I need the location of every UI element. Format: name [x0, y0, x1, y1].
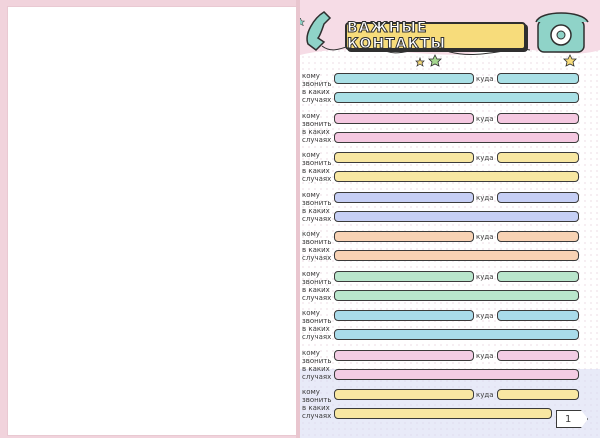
where-field[interactable] — [497, 389, 579, 400]
who-field[interactable] — [334, 389, 474, 400]
where-field[interactable] — [497, 152, 579, 163]
where-label: куда — [476, 233, 494, 241]
where-label: куда — [476, 193, 494, 202]
who-label: кому звонить — [302, 230, 332, 246]
where-field[interactable] — [497, 112, 579, 124]
when-label: в каких случаях — [302, 364, 332, 381]
where-field[interactable] — [497, 73, 579, 84]
who-label: кому звонить — [302, 388, 332, 404]
who-field[interactable] — [334, 231, 474, 242]
where-field[interactable] — [497, 310, 579, 321]
when-label: в каких случаях — [302, 325, 332, 341]
who-field[interactable] — [334, 112, 474, 124]
who-field[interactable] — [334, 152, 474, 163]
who-field[interactable] — [334, 191, 474, 203]
who-label: кому звонить — [302, 269, 332, 286]
where-label: куда — [476, 272, 494, 281]
who-field[interactable] — [334, 73, 474, 84]
who-label: кому звонить — [302, 111, 332, 128]
who-label: кому звонить — [302, 72, 332, 88]
who-label: кому звонить — [302, 151, 332, 167]
when-field[interactable] — [334, 368, 579, 380]
when-field[interactable] — [334, 171, 579, 182]
when-field[interactable] — [334, 131, 579, 143]
where-label: куда — [476, 154, 494, 162]
when-label: в каких случаях — [302, 88, 332, 104]
when-label: в каких случаях — [302, 167, 332, 183]
when-label: в каких случаях — [302, 285, 332, 302]
where-label: куда — [476, 391, 494, 399]
when-label: в каких случаях — [302, 246, 332, 262]
when-field[interactable] — [334, 210, 579, 222]
when-field[interactable] — [334, 408, 552, 419]
who-label: кому звонить — [302, 190, 332, 207]
left-page — [0, 0, 298, 438]
title-banner: ВАЖНЫЕ КОНТАКТЫ — [345, 20, 526, 53]
who-label: кому звонить — [302, 309, 332, 325]
where-field[interactable] — [497, 270, 579, 282]
where-field[interactable] — [497, 191, 579, 203]
when-label: в каких случаях — [302, 206, 332, 223]
where-field[interactable] — [497, 231, 579, 242]
page-title: ВАЖНЫЕ КОНТАКТЫ — [347, 20, 446, 53]
notebook-spread: ВАЖНЫЕ КОНТАКТЫ кому звонить куда в каких … — [0, 0, 600, 438]
who-field[interactable] — [334, 310, 474, 321]
where-field[interactable] — [497, 349, 579, 361]
when-field[interactable] — [334, 329, 579, 340]
when-label: в каких случаях — [302, 404, 332, 420]
where-label: куда — [476, 75, 494, 83]
where-label: куда — [476, 312, 494, 320]
when-field[interactable] — [334, 289, 579, 301]
rotary-phone-icon — [535, 12, 589, 53]
who-field[interactable] — [334, 270, 474, 282]
when-field[interactable] — [334, 250, 579, 261]
where-label: куда — [476, 114, 494, 123]
who-label: кому звонить — [302, 348, 332, 365]
left-blank-page — [7, 6, 298, 436]
where-label: куда — [476, 351, 494, 360]
when-label: в каких случаях — [302, 127, 332, 144]
who-field[interactable] — [334, 349, 474, 361]
page-number: 1 — [565, 413, 572, 425]
when-field[interactable] — [334, 92, 579, 103]
